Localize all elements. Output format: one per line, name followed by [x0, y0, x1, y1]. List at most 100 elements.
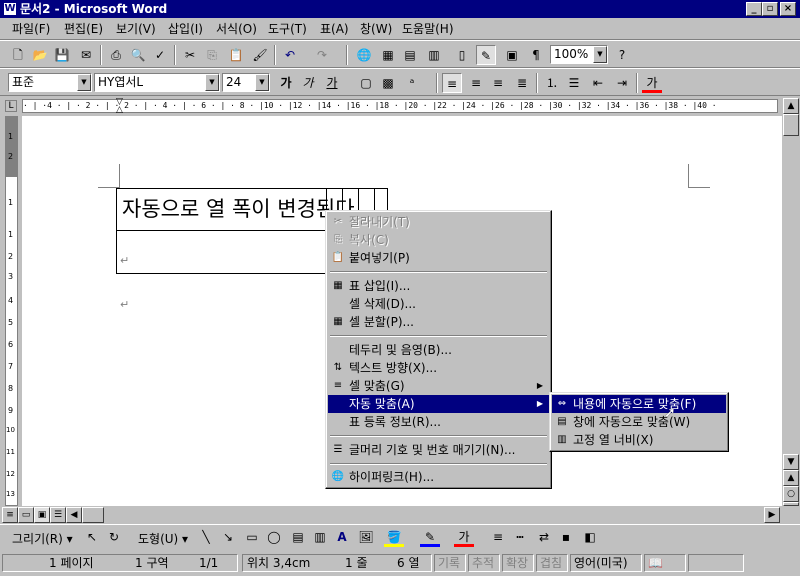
spelling-icon[interactable]: ✓	[150, 45, 170, 65]
numbering-icon[interactable]: ⒈	[542, 73, 562, 93]
italic-icon[interactable]: 가	[298, 73, 318, 93]
hyperlink-icon[interactable]: 🌐	[354, 45, 374, 65]
menu-format[interactable]: 서식(O)	[216, 21, 257, 38]
vertical-scrollbar[interactable]: ▲ ▼ ▲ ○	[782, 96, 800, 506]
next-page-icon[interactable]	[783, 502, 799, 506]
increase-indent-icon[interactable]: ⇥	[612, 73, 632, 93]
fill-color-icon[interactable]: 🪣	[384, 527, 404, 547]
menu-item-bullets-numbering[interactable]: ☰ 글머리 기호 및 번호 매기기(N)...	[328, 441, 549, 459]
menu-edit[interactable]: 편집(E)	[64, 21, 103, 38]
scroll-up-icon[interactable]: ▲	[783, 98, 799, 114]
chevron-down-icon[interactable]: ▼	[255, 74, 269, 91]
cut-icon[interactable]: ✂	[180, 45, 200, 65]
normal-view-icon[interactable]: ≡	[2, 507, 18, 523]
save-icon[interactable]: 💾	[52, 45, 72, 65]
align-center-icon[interactable]: ≡	[466, 73, 486, 93]
columns-icon[interactable]: ▯	[452, 45, 472, 65]
status-rec[interactable]: 기록	[434, 554, 466, 572]
menu-item-insert-table[interactable]: ▦ 표 삽입(I)...	[328, 277, 549, 295]
menu-item-paste[interactable]: 📋 붙여넣기(P)	[328, 249, 549, 267]
char-border-icon[interactable]: ▢	[356, 73, 376, 93]
draw-menu-button[interactable]: 그리기(R) ▾	[12, 530, 73, 547]
shadow-icon[interactable]: ▪	[556, 527, 576, 547]
menu-help[interactable]: 도움말(H)	[402, 21, 454, 38]
redo-icon[interactable]: ↷	[312, 45, 332, 65]
select-objects-icon[interactable]: ↖	[82, 527, 102, 547]
bold-icon[interactable]: 가	[276, 73, 296, 93]
char-shading-icon[interactable]: ▩	[378, 73, 398, 93]
decrease-indent-icon[interactable]: ⇤	[588, 73, 608, 93]
clip-art-icon[interactable]: 🖼	[356, 527, 376, 547]
scroll-right-icon[interactable]: ▶	[764, 507, 780, 523]
align-left-icon[interactable]: ≡	[442, 73, 462, 93]
justify-icon[interactable]: ≣	[512, 73, 532, 93]
underline-icon[interactable]: 가	[322, 73, 342, 93]
copy-icon[interactable]: ⎘	[202, 45, 222, 65]
print-layout-icon[interactable]: ▣	[34, 507, 50, 523]
format-painter-icon[interactable]: 🖌	[250, 45, 270, 65]
chevron-down-icon[interactable]: ▼	[205, 74, 219, 91]
word-app-icon[interactable]: W	[3, 2, 17, 16]
web-layout-icon[interactable]: ▭	[18, 507, 34, 523]
bullets-icon[interactable]: ☰	[564, 73, 584, 93]
show-hide-icon[interactable]: ¶	[526, 45, 546, 65]
insert-table-icon[interactable]: ▤	[400, 45, 420, 65]
insert-excel-icon[interactable]: ▥	[424, 45, 444, 65]
menu-item-cell-alignment[interactable]: ≡ 셀 맞춤(G) ▶	[328, 377, 549, 395]
status-trk[interactable]: 추적	[468, 554, 500, 572]
free-rotate-icon[interactable]: ↻	[104, 527, 124, 547]
menu-view[interactable]: 보기(V)	[116, 21, 156, 38]
line-icon[interactable]: ╲	[196, 527, 216, 547]
vertical-text-box-icon[interactable]: ▥	[310, 527, 330, 547]
menu-insert[interactable]: 삽입(I)	[168, 21, 203, 38]
font-select[interactable]: HY엽서L ▼	[94, 73, 220, 92]
text-box-icon[interactable]: ▤	[288, 527, 308, 547]
tab-selector-icon[interactable]: L	[5, 100, 17, 112]
font-size-select[interactable]: 24 ▼	[222, 73, 270, 92]
menu-item-cut[interactable]: ✂ 잘라내기(T)	[328, 213, 549, 231]
submenu-item-autofit-window[interactable]: ▤ 창에 자동으로 맞춤(W)	[552, 413, 726, 431]
browse-object-icon[interactable]: ○	[783, 486, 799, 502]
menu-item-split-cells[interactable]: ▦ 셀 분할(P)...	[328, 313, 549, 331]
menu-item-borders-shading[interactable]: 테두리 및 음영(B)...	[328, 341, 549, 359]
font-color-icon[interactable]: 가	[642, 73, 662, 93]
menu-table[interactable]: 표(A)	[320, 21, 349, 38]
scroll-thumb[interactable]	[783, 114, 799, 136]
style-select[interactable]: 표준 ▼	[8, 73, 92, 92]
scroll-left-icon[interactable]: ◀	[66, 507, 82, 523]
line-color-icon[interactable]: ✎	[420, 527, 440, 547]
drawing-icon[interactable]: ✎	[476, 45, 496, 65]
line-style-icon[interactable]: ≡	[488, 527, 508, 547]
arrow-icon[interactable]: ↘	[218, 527, 238, 547]
print-icon[interactable]: ⎙	[106, 45, 126, 65]
menu-window[interactable]: 창(W)	[360, 21, 392, 38]
document-map-icon[interactable]: ▣	[502, 45, 522, 65]
menu-item-text-direction[interactable]: ⇅ 텍스트 방향(X)...	[328, 359, 549, 377]
tables-borders-icon[interactable]: ▦	[378, 45, 398, 65]
menu-item-copy[interactable]: ⎘ 복사(C)	[328, 231, 549, 249]
submenu-item-fixed-width[interactable]: ▥ 고정 열 너비(X)	[552, 431, 726, 449]
undo-icon[interactable]: ↶	[280, 45, 300, 65]
help-icon[interactable]: ?	[612, 45, 632, 65]
submenu-item-autofit-contents[interactable]: ⇔ 내용에 자동으로 맞춤(F)	[552, 395, 726, 413]
menu-item-table-properties[interactable]: 표 등록 정보(R)...	[328, 413, 549, 431]
dash-style-icon[interactable]: ┅	[510, 527, 530, 547]
minimize-button[interactable]: _	[746, 2, 762, 16]
rectangle-icon[interactable]: ▭	[242, 527, 262, 547]
menu-tools[interactable]: 도구(T)	[268, 21, 307, 38]
chevron-down-icon[interactable]: ▼	[593, 46, 607, 63]
indent-marker-icon[interactable]: ▽ △	[116, 98, 124, 115]
status-ext[interactable]: 확장	[502, 554, 534, 572]
outline-view-icon[interactable]: ☰	[50, 507, 66, 523]
email-icon[interactable]: ✉	[76, 45, 96, 65]
menu-item-hyperlink[interactable]: 🌐 하이퍼링크(H)...	[328, 468, 549, 486]
chevron-down-icon[interactable]: ▼	[77, 74, 91, 91]
oval-icon[interactable]: ◯	[264, 527, 284, 547]
align-right-icon[interactable]: ≡	[488, 73, 508, 93]
open-icon[interactable]: 📂	[30, 45, 50, 65]
arrow-style-icon[interactable]: ⇄	[534, 527, 554, 547]
font-color-icon[interactable]: 가	[454, 527, 474, 547]
menu-item-delete-cells[interactable]: 셀 삭제(D)...	[328, 295, 549, 313]
phonetic-icon[interactable]: ᵃ	[402, 73, 422, 93]
new-document-icon[interactable]: 🗋	[8, 45, 28, 65]
